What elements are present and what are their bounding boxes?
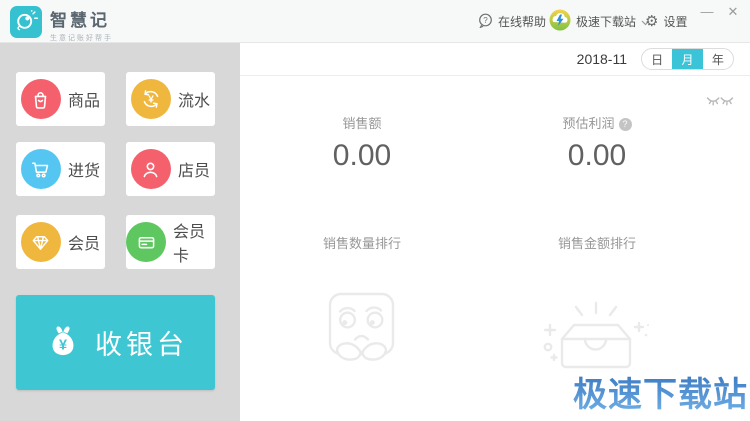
period-segmented-control: 日 月 年 — [641, 48, 734, 70]
sidebar-item-label: 会员卡 — [173, 224, 206, 265]
close-button[interactable]: ✕ — [722, 2, 744, 22]
app-name: 智慧记 — [50, 11, 110, 30]
downloader-menu[interactable]: 极速下载站 — [549, 0, 650, 43]
tab-month[interactable]: 月 — [672, 49, 703, 69]
tab-day[interactable]: 日 — [642, 49, 672, 69]
online-help-label: 在线帮助 — [498, 15, 547, 29]
stat-label: 预估利润? — [497, 113, 697, 132]
sidebar-item-purchasing[interactable]: 进货 — [16, 142, 105, 196]
app-tagline: 生意记账好帮手 — [50, 35, 113, 42]
diamond-icon — [20, 222, 61, 262]
money-bag-icon: ¥ — [43, 320, 83, 365]
card-icon — [126, 222, 166, 262]
sidebar-item-member-cards[interactable]: 会员卡 — [126, 215, 215, 269]
sidebar-item-label: 会员 — [67, 236, 100, 253]
downloader-logo-icon — [549, 9, 571, 34]
current-period-label: 2018-11 — [576, 51, 627, 67]
settings-button[interactable]: ⚙ 设置 — [645, 0, 687, 43]
svg-text:?: ? — [483, 15, 488, 24]
sales-amount-stat: 销售额 0.00 — [262, 113, 462, 173]
sidebar-item-label: 流水 — [177, 93, 210, 110]
checkout-label: 收银台 — [95, 330, 188, 360]
sidebar-item-label: 进货 — [67, 163, 100, 180]
stat-label: 销售额 — [342, 116, 382, 131]
app-logo — [10, 6, 42, 38]
downloader-label: 极速下载站 — [576, 15, 637, 29]
settings-label: 设置 — [663, 15, 688, 29]
sidebar-item-staff[interactable]: 店员 — [126, 142, 215, 196]
yen-cycle-icon: ¥ — [130, 79, 171, 119]
snail-logo-icon — [12, 6, 40, 39]
sidebar: 商品 ¥ 流水 进货 店员 会员 会员卡 ¥ 收银台 — [0, 43, 240, 421]
help-question-icon[interactable]: ? — [618, 118, 632, 131]
tab-year[interactable]: 年 — [703, 49, 733, 69]
app-window: 智慧记 生意记账好帮手 ? 在线帮助 极速下载站 ⚙ 设置 — ✕ 商品 ¥ 流… — [0, 0, 750, 421]
hide-amounts-eye-icon[interactable] — [706, 95, 734, 113]
estimated-profit-stat: 预估利润? 0.00 — [497, 113, 697, 173]
sidebar-item-label: 商品 — [67, 93, 100, 110]
stat-value: 0.00 — [332, 139, 392, 172]
sidebar-item-label: 店员 — [177, 163, 210, 180]
help-bubble-icon: ? — [478, 13, 493, 31]
stat-value: 0.00 — [567, 139, 627, 172]
app-title-block: 智慧记 生意记账好帮手 — [50, 6, 113, 43]
sidebar-item-products[interactable]: 商品 — [16, 72, 105, 126]
empty-state-sad-box-illustration — [314, 289, 409, 386]
main-panel: 2018-11 日 月 年 销售额 0.00 预估利润? 0.00 销售数量排行… — [240, 43, 750, 421]
bag-icon — [20, 79, 61, 119]
sidebar-item-transactions[interactable]: ¥ 流水 — [126, 72, 215, 126]
gear-icon: ⚙ — [645, 13, 659, 30]
sales-quantity-ranking-label: 销售数量排行 — [322, 236, 401, 251]
minimize-button[interactable]: — — [696, 2, 718, 22]
top-bar: 智慧记 生意记账好帮手 ? 在线帮助 极速下载站 ⚙ 设置 — ✕ — [0, 0, 750, 43]
svg-text:¥: ¥ — [148, 95, 154, 106]
main-header: 2018-11 日 月 年 — [240, 43, 750, 76]
download-site-watermark: 极速下载站 — [573, 367, 748, 416]
person-icon — [130, 149, 171, 189]
cart-icon — [20, 149, 61, 189]
sales-amount-ranking-label: 销售金额排行 — [557, 236, 636, 251]
online-help-menu[interactable]: ? 在线帮助 — [478, 0, 560, 43]
sidebar-item-members[interactable]: 会员 — [16, 215, 105, 269]
svg-text:¥: ¥ — [59, 337, 67, 353]
checkout-button[interactable]: ¥ 收银台 — [16, 295, 215, 390]
